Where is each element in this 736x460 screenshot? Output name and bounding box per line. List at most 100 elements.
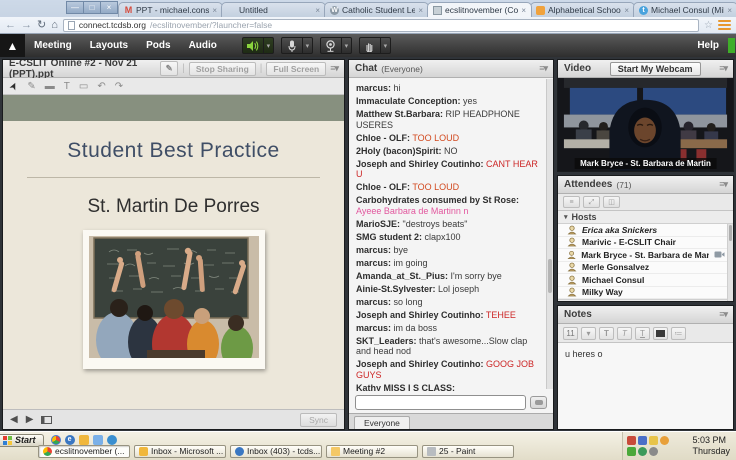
reload-icon[interactable]: ↻ [37,20,46,31]
home-icon[interactable]: ⌂ [51,20,58,31]
taskbar-window-button[interactable]: Inbox - Microsoft ... [134,445,226,458]
tab-close-icon[interactable]: × [521,6,526,15]
chat-scrollbar[interactable] [546,79,553,389]
pod-menu-icon[interactable]: ≡▾ [539,63,547,74]
full-screen-button[interactable]: Full Screen [266,62,326,76]
stop-sharing-button[interactable]: Stop Sharing [189,62,256,76]
chat-pod-title: Chat [355,63,377,74]
taskbar-window-button[interactable]: Meeting #2 [326,445,418,458]
next-slide-icon[interactable]: ▶ [26,414,34,425]
browser-tab[interactable]: Alphabetical School D × [530,2,635,17]
pod-menu-icon[interactable]: ≡▾ [719,309,727,320]
raise-hand-button[interactable]: ▾ [359,37,391,54]
tab-close-icon[interactable]: × [624,6,629,15]
breakout-view-icon[interactable]: ⤢ [583,196,600,208]
shape-tool-icon[interactable]: ▭ [79,81,88,92]
speaker-caret-icon[interactable]: ▾ [263,38,273,53]
scrollbar-thumb[interactable] [548,259,552,293]
forward-icon[interactable]: → [21,20,32,31]
attendee-row[interactable]: Mark Bryce - St. Barbara de Martin [558,249,733,262]
microphone-caret-icon[interactable]: ▾ [302,38,312,53]
bullet-list-icon[interactable]: ≔ [671,327,686,340]
chat-message-list[interactable]: marcus: hi Immaculate Conception: yes Ma… [349,78,553,391]
draw-button[interactable]: ✎ [160,61,178,76]
tray-icon-1[interactable] [627,436,636,445]
chrome-menu-icon[interactable] [718,20,731,30]
sync-button[interactable]: Sync [300,413,337,427]
previous-slide-icon[interactable]: ◀ [10,414,18,425]
minimize-button[interactable]: — [66,1,84,14]
attendees-list[interactable]: Erica aka Snickers Marivic - E-CSLIT Cha… [558,224,733,302]
attendee-row[interactable]: Marivic - E-CSLIT Chair [558,237,733,250]
notes-text[interactable]: u heres o [558,343,733,429]
address-bar[interactable]: connect.tcdsb.org /ecslitnovember/?launc… [63,19,699,32]
browser-tab[interactable]: Michael Consul (MikeC × [633,2,736,17]
browser-tab[interactable]: Untitled × [221,2,326,17]
microphone-button[interactable]: ▾ [281,37,313,54]
raise-hand-caret-icon[interactable]: ▾ [380,38,390,53]
tray-icon-7[interactable] [649,447,658,456]
menu-meeting[interactable]: Meeting [25,40,81,51]
underline-icon[interactable]: T [635,327,650,340]
annotation-toolbar: ➤ ✎ ▬ T ▭ ↶ ↷ [3,78,344,95]
chat-input[interactable] [355,395,526,410]
bold-icon[interactable]: T [599,327,614,340]
tray-icon-5[interactable] [627,447,636,456]
taskbar-window-button[interactable]: Inbox (403) - tcds... [230,445,322,458]
browser-tab[interactable]: ecslitnovember (Colla × [427,2,532,17]
sidebar-toggle-icon[interactable] [41,416,52,424]
chat-sender: Matthew St.Barbara: [356,109,443,119]
tab-close-icon[interactable]: × [727,6,732,15]
font-size-select[interactable]: 11 [563,327,578,340]
taskbar-window-button[interactable]: 25 - Paint [422,445,514,458]
pencil-tool-icon[interactable]: ✎ [27,81,35,92]
pod-menu-icon[interactable]: ≡▾ [330,63,338,74]
tray-antivirus-icon[interactable] [638,447,647,456]
back-icon[interactable]: ← [5,20,16,31]
text-tool-icon[interactable]: T [64,81,70,92]
pod-menu-icon[interactable]: ≡▾ [719,179,727,190]
font-size-caret-icon[interactable]: ▾ [581,327,596,340]
browser-tab[interactable]: Catholic Student Lead × [324,2,429,17]
webcam-caret-icon[interactable]: ▾ [341,38,351,53]
speaker-button[interactable]: ▾ [242,37,274,54]
redo-icon[interactable]: ↷ [115,81,123,92]
text-color-button[interactable] [653,327,668,340]
attendee-row[interactable]: Michael Consul [558,274,733,287]
marker-tool-icon[interactable]: ▬ [45,81,55,92]
bookmark-star-icon[interactable]: ☆ [704,20,713,31]
browser-tab[interactable]: PPT - michael.consul × [118,2,223,17]
tab-everyone[interactable]: Everyone [354,416,410,429]
undo-icon[interactable]: ↶ [97,81,105,92]
scrollbar-thumb[interactable] [729,225,732,241]
presenters-group-header[interactable]: ▸ Presenters [558,299,733,302]
attendee-row[interactable]: Erica aka Snickers [558,224,733,237]
hosts-group-header[interactable]: ▾ Hosts [558,211,733,224]
start-button[interactable]: Start [0,434,44,447]
pod-menu-icon[interactable]: ≡▾ [719,63,727,74]
attendee-row[interactable]: Merle Gonsalvez [558,262,733,275]
status-view-icon[interactable]: ◫ [603,196,620,208]
taskbar-window-button[interactable]: ecslitnovember (... [38,445,130,458]
menu-pods[interactable]: Pods [137,40,179,51]
attendee-row[interactable]: Milky Way [558,287,733,300]
pointer-tool-icon[interactable]: ➤ [7,80,21,92]
italic-icon[interactable]: T [617,327,632,340]
list-view-icon[interactable]: ≡ [563,196,580,208]
chat-text: bye [394,245,409,255]
tray-mail-icon[interactable] [649,436,658,445]
menu-audio[interactable]: Audio [180,40,226,51]
webcam-button[interactable]: ▾ [320,37,352,54]
attendees-scrollbar[interactable] [727,224,733,302]
start-webcam-button[interactable]: Start My Webcam [610,62,701,76]
tab-close-icon[interactable]: × [212,6,217,15]
tab-close-icon[interactable]: × [315,6,320,15]
tray-outlook-icon[interactable] [660,436,669,445]
send-message-icon[interactable] [530,396,547,409]
tray-icon-2[interactable] [638,436,647,445]
tab-close-icon[interactable]: × [418,6,423,15]
close-button[interactable]: × [100,1,118,14]
menu-layouts[interactable]: Layouts [81,40,137,51]
maximize-button[interactable]: □ [83,1,101,14]
help-menu[interactable]: Help [697,40,728,51]
